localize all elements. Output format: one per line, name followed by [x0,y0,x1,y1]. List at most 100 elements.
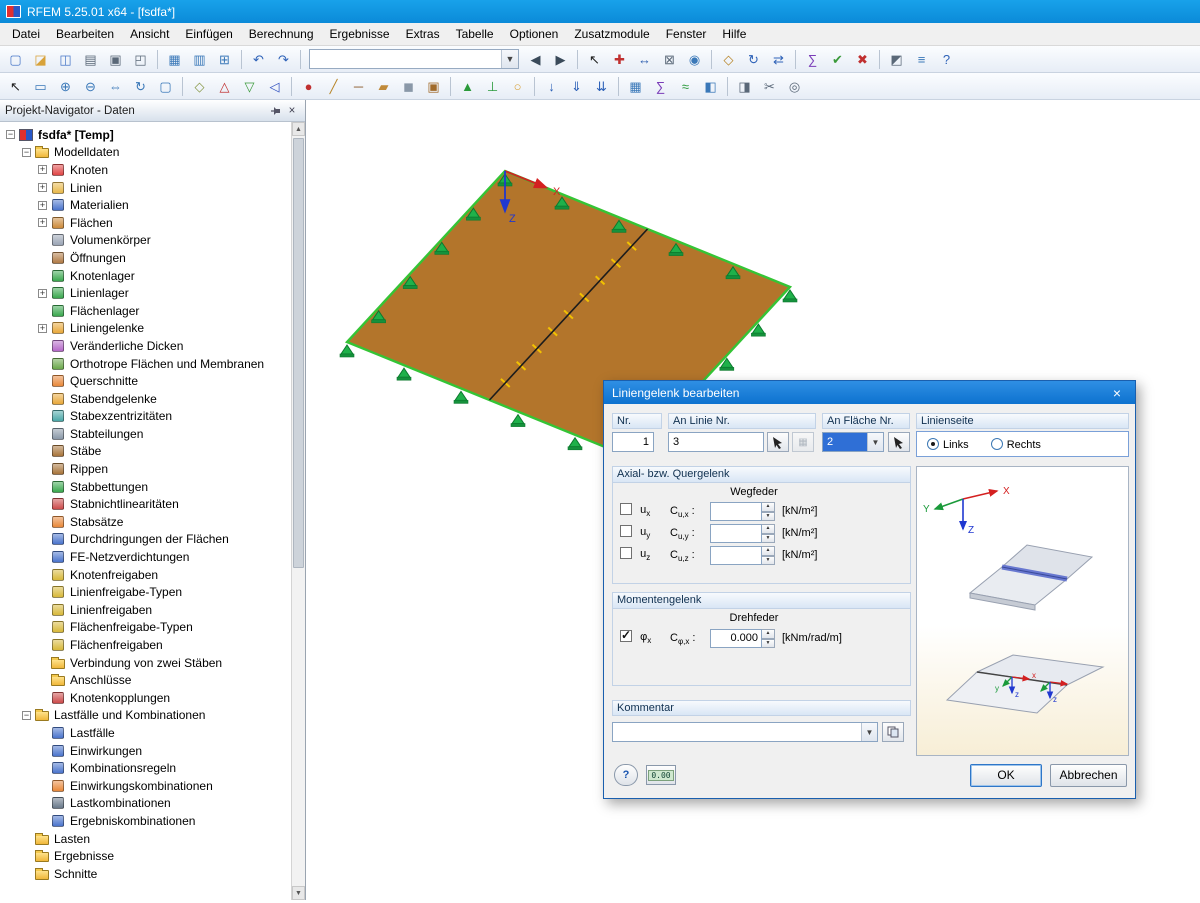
spin-down-icon[interactable]: ▼ [762,511,775,521]
tree-item-fl-chenfreigaben[interactable]: Flächenfreigaben [0,636,291,654]
tree-item-schnitte[interactable]: Schnitte [0,865,291,883]
pan-icon[interactable]: ⇔ [104,75,127,98]
lock-icon[interactable]: ⊠ [658,48,681,71]
numbering-icon[interactable]: ⊞ [213,48,236,71]
new-member-icon[interactable]: ─ [347,75,370,98]
spin-up-icon[interactable]: ▲ [762,546,775,556]
spin-up-icon[interactable]: ▲ [762,524,775,534]
zoom-window-icon[interactable]: ▭ [29,75,52,98]
tree-expander-icon[interactable]: + [38,165,47,175]
chevron-down-icon[interactable]: ▼ [867,433,883,451]
tree-expander-icon[interactable]: + [38,288,47,298]
nodal-load-icon[interactable]: ↓ [540,75,563,98]
coordinate-system-icon[interactable]: ✚ [608,48,631,71]
tree-item-anschl-sse[interactable]: Anschlüsse [0,671,291,689]
menu-hilfe[interactable]: Hilfe [714,23,754,45]
tree-item-querschnitte[interactable]: Querschnitte [0,372,291,390]
tree-expander-icon[interactable]: + [38,323,47,333]
calculate-icon[interactable]: ∑ [649,75,672,98]
line-nr-field[interactable]: 3 [668,432,764,452]
tree-item-linienfreigabe-typen[interactable]: Linienfreigabe-Typen [0,583,291,601]
menu-berechnung[interactable]: Berechnung [241,23,322,45]
zoom-out-icon[interactable]: ⊖ [79,75,102,98]
cancel-button[interactable]: Abbrechen [1050,764,1127,787]
tree-item-stabnichtlinearit-ten[interactable]: Stabnichtlinearitäten [0,495,291,513]
pick-line-button[interactable] [767,432,789,452]
control-panel-icon[interactable]: ◧ [699,75,722,98]
tree-item-fsdfa-temp[interactable]: − fsdfa* [Temp] [0,126,291,144]
tree-item-einwirkungskombinationen[interactable]: Einwirkungskombinationen [0,777,291,795]
phix-checkbox[interactable]: φx [620,628,651,645]
fe-mesh-icon[interactable]: ▦ [624,75,647,98]
redo-icon[interactable]: ↷ [272,48,295,71]
radio-rechts[interactable]: Rechts [990,437,1041,451]
tree-item-lasten[interactable]: Lasten [0,830,291,848]
scroll-down-icon[interactable]: ▼ [292,886,305,900]
nodal-support-icon[interactable]: ▲ [456,75,479,98]
ok-button[interactable]: OK [970,764,1042,787]
new-file-icon[interactable]: ▢ [4,48,27,71]
uz-checkbox-icon[interactable] [620,547,632,559]
view-z-icon[interactable]: ◁ [263,75,286,98]
tree-item-ffnungen[interactable]: Öffnungen [0,249,291,267]
pick-surface-button[interactable] [888,432,910,452]
scroll-up-icon[interactable]: ▲ [292,122,305,136]
menu-ergebnisse[interactable]: Ergebnisse [322,23,398,45]
line-support-icon[interactable]: ⊥ [481,75,504,98]
window-titlebar[interactable]: RFEM 5.25.01 x64 - [fsdfa*] [0,0,1200,23]
measure-icon[interactable]: ↔ [633,48,656,71]
view-x-icon[interactable]: △ [213,75,236,98]
tree-item-knotenkopplungen[interactable]: Knotenkopplungen [0,689,291,707]
copy-icon[interactable]: ▣ [104,48,127,71]
mirror-icon[interactable]: ⇄ [767,48,790,71]
export-icon[interactable]: ◰ [129,48,152,71]
menu-bearbeiten[interactable]: Bearbeiten [48,23,122,45]
select-pointer-icon[interactable]: ↖ [4,75,27,98]
tree-item-lastf-lle[interactable]: Lastfälle [0,724,291,742]
spin-down-icon[interactable]: ▼ [762,533,775,543]
tree-item-knoten[interactable]: + Knoten [0,161,291,179]
save-icon[interactable]: ◫ [54,48,77,71]
tree-item-einwirkungen[interactable]: Einwirkungen [0,742,291,760]
nav-forward-icon[interactable]: ▶ [549,48,572,71]
phix-checkbox-icon[interactable] [620,628,632,642]
calculator-button[interactable]: 0.00 [646,765,676,785]
line-hinge-icon[interactable]: ○ [506,75,529,98]
spin-up-icon[interactable]: ▲ [762,502,775,512]
rotate-view-icon[interactable]: ↻ [129,75,152,98]
tree-item-lastkombinationen[interactable]: Lastkombinationen [0,795,291,813]
tree-expander-icon[interactable]: − [22,710,31,720]
new-solid-icon[interactable]: ◼ [397,75,420,98]
tree-expander-icon[interactable]: − [6,130,15,140]
menu-extras[interactable]: Extras [398,23,448,45]
ux-checkbox-icon[interactable] [620,503,632,515]
comment-copy-button[interactable] [882,722,904,742]
tree-item-durchdringungen-der-fl-chen[interactable]: Durchdringungen der Flächen [0,531,291,549]
section-icon[interactable]: ✂ [758,75,781,98]
tree-expander-icon[interactable]: + [38,200,47,210]
new-line-icon[interactable]: ╱ [322,75,345,98]
dialog-close-icon[interactable]: × [1107,383,1127,403]
tree-item-stabexzentrizit-ten[interactable]: Stabexzentrizitäten [0,408,291,426]
menu-einf-gen[interactable]: Einfügen [177,23,240,45]
tree-item-volumenk-rper[interactable]: Volumenkörper [0,232,291,250]
help-icon[interactable]: ? [935,48,958,71]
tree-item-ergebnisse[interactable]: Ergebnisse [0,847,291,865]
open-project-icon[interactable]: ◪ [29,48,52,71]
pick-object-icon[interactable]: ↖ [583,48,606,71]
uz-checkbox[interactable]: uz [620,547,650,562]
menu-optionen[interactable]: Optionen [502,23,567,45]
chevron-down-icon[interactable]: ▼ [861,723,877,741]
view-y-icon[interactable]: ▽ [238,75,261,98]
menu-fenster[interactable]: Fenster [658,23,715,45]
tree-item-st-be[interactable]: Stäbe [0,443,291,461]
scrollbar-thumb[interactable] [293,138,304,568]
tree-item-knotenlager[interactable]: Knotenlager [0,267,291,285]
tree-item-linienfreigaben[interactable]: Linienfreigaben [0,601,291,619]
spin-down-icon[interactable]: ▼ [762,555,775,565]
tree-item-fl-chenfreigabe-typen[interactable]: Flächenfreigabe-Typen [0,619,291,637]
tree-item-modelldaten[interactable]: − Modelldaten [0,144,291,162]
new-surface-icon[interactable]: ▰ [372,75,395,98]
tree-item-knotenfreigaben[interactable]: Knotenfreigaben [0,566,291,584]
menu-datei[interactable]: Datei [4,23,48,45]
